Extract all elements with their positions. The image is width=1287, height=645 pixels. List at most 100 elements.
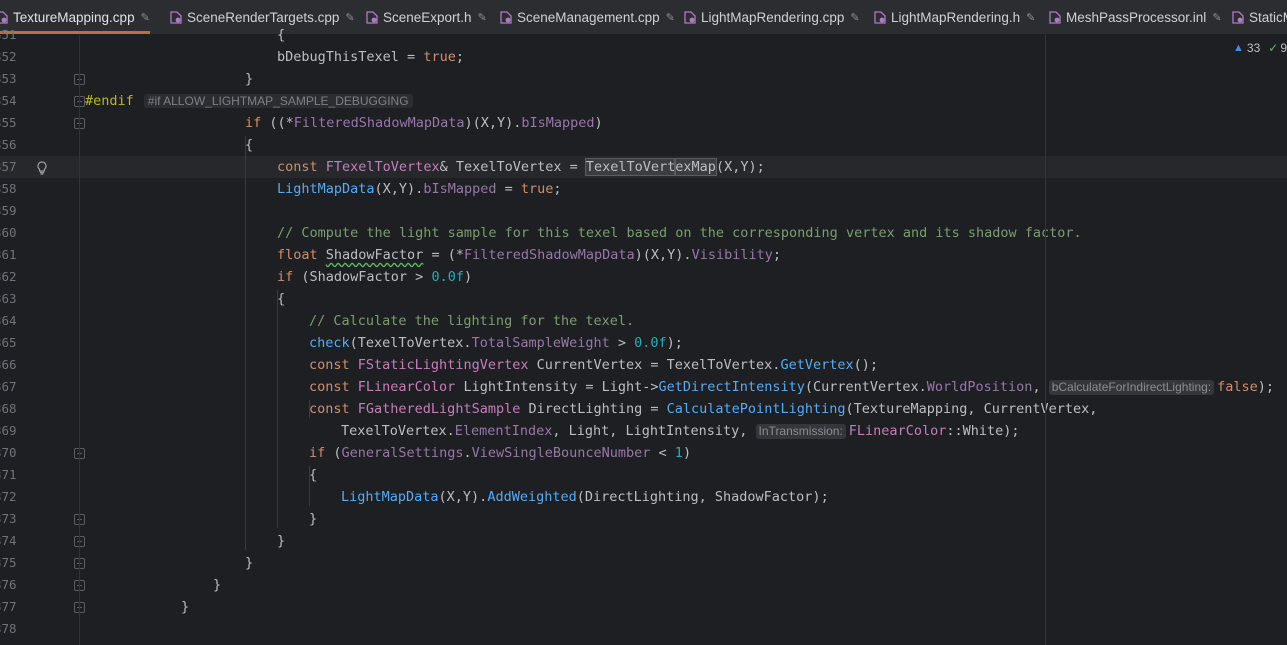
code-line[interactable]: 358 LightMapData(X,Y).bIsMapped = true; xyxy=(0,178,1287,200)
line-number[interactable]: 353 xyxy=(0,68,18,90)
code-line[interactable]: 369 TexelToVertex.ElementIndex, Light, Li… xyxy=(0,420,1287,442)
code-line[interactable]: 361 float ShadowFactor = (*FilteredShadow… xyxy=(0,244,1287,266)
line-number[interactable]: 357 xyxy=(0,156,18,178)
code-text[interactable]: const FTexelToVertex& TexelToVertex = Te… xyxy=(277,156,765,178)
pin-icon[interactable]: ✎ xyxy=(478,11,487,24)
code-line[interactable]: 351 { xyxy=(0,24,1287,46)
code-text[interactable]: LightMapData(X,Y).AddWeighted(DirectLigh… xyxy=(341,486,829,508)
pin-icon[interactable]: ✎ xyxy=(1026,11,1035,24)
code-text[interactable]: if (GeneralSettings.ViewSingleBounceNumb… xyxy=(309,442,691,464)
pin-icon[interactable]: ✎ xyxy=(850,11,859,24)
code-line[interactable]: 355 if ((*FilteredShadowMapData)(X,Y).bIs… xyxy=(0,112,1287,134)
code-line[interactable]: 366 const FStaticLightingVertex CurrentVe… xyxy=(0,354,1287,376)
code-text[interactable]: } xyxy=(309,508,317,530)
code-line[interactable]: 356 { xyxy=(0,134,1287,156)
pin-icon[interactable]: ✎ xyxy=(345,11,354,24)
code-line[interactable]: 375} xyxy=(0,552,1287,574)
code-text[interactable]: if (ShadowFactor > 0.0f) xyxy=(277,266,472,288)
code-text[interactable]: const FGatheredLightSample DirectLightin… xyxy=(309,398,1097,420)
line-number[interactable]: 377 xyxy=(0,596,18,618)
code-text[interactable]: { xyxy=(245,134,253,156)
code-text[interactable]: const FStaticLightingVertex CurrentVerte… xyxy=(309,354,878,376)
ok-count: 9 xyxy=(1280,41,1287,55)
line-number[interactable]: 368 xyxy=(0,398,18,420)
code-text[interactable]: } xyxy=(181,596,189,618)
line-number[interactable]: 359 xyxy=(0,200,18,222)
line-number[interactable]: 370 xyxy=(0,442,18,464)
line-number[interactable]: 369 xyxy=(0,420,18,442)
code-text[interactable]: { xyxy=(277,288,285,310)
line-number[interactable]: 378 xyxy=(0,618,18,640)
code-line[interactable]: 364 // Calculate the lighting for the tex… xyxy=(0,310,1287,332)
line-number[interactable]: 373 xyxy=(0,508,18,530)
code-editor[interactable]: 351{352bDebugThisTexel = true;353}354#en… xyxy=(0,27,1287,645)
code-line[interactable]: 376} xyxy=(0,574,1287,596)
code-line[interactable]: 352 bDebugThisTexel = true; xyxy=(0,46,1287,68)
line-number[interactable]: 355 xyxy=(0,112,18,134)
line-number[interactable]: 356 xyxy=(0,134,18,156)
line-number[interactable]: 365 xyxy=(0,332,18,354)
line-number[interactable]: 352 xyxy=(0,46,18,68)
code-text[interactable]: check(TexelToVertex.TotalSampleWeight > … xyxy=(309,332,683,354)
line-number[interactable]: 361 xyxy=(0,244,18,266)
code-line[interactable]: 373} xyxy=(0,508,1287,530)
line-number[interactable]: 371 xyxy=(0,464,18,486)
code-text[interactable]: } xyxy=(245,552,253,574)
code-text[interactable]: float ShadowFactor = (*FilteredShadowMap… xyxy=(277,244,781,266)
line-number[interactable]: 351 xyxy=(0,24,18,46)
code-text[interactable]: if ((*FilteredShadowMapData)(X,Y).bIsMap… xyxy=(245,112,603,134)
pin-icon[interactable]: ✎ xyxy=(1212,11,1221,24)
code-line[interactable]: 371 { xyxy=(0,464,1287,486)
code-text[interactable]: // Calculate the lighting for the texel. xyxy=(309,310,634,332)
code-line[interactable]: 374} xyxy=(0,530,1287,552)
code-text[interactable]: TexelToVertex.ElementIndex, Light, Light… xyxy=(341,420,1020,442)
code-line[interactable]: 353} xyxy=(0,68,1287,90)
code-text[interactable]: // Compute the light sample for this tex… xyxy=(277,222,1082,244)
line-number[interactable]: 364 xyxy=(0,310,18,332)
line-number[interactable]: 376 xyxy=(0,574,18,596)
line-number[interactable]: 372 xyxy=(0,486,18,508)
code-text[interactable]: } xyxy=(245,68,253,90)
line-number[interactable]: 363 xyxy=(0,288,18,310)
code-line[interactable]: 354 #endif #if ALLOW_LIGHTMAP_SAMPLE_DEBUG… xyxy=(0,90,1287,112)
code-line[interactable]: 363 { xyxy=(0,288,1287,310)
indent-guide xyxy=(309,466,310,506)
code-text[interactable]: #endif #if ALLOW_LIGHTMAP_SAMPLE_DEBUGGIN… xyxy=(85,90,413,112)
line-number[interactable]: 375 xyxy=(0,552,18,574)
pin-icon[interactable]: ✎ xyxy=(141,11,150,24)
code-text[interactable]: { xyxy=(277,24,285,46)
code-line[interactable]: 372 LightMapData(X,Y).AddWeighted(DirectL… xyxy=(0,486,1287,508)
code-line[interactable]: 360 // Compute the light sample for this … xyxy=(0,222,1287,244)
code-line[interactable]: 370 if (GeneralSettings.ViewSingleBounceN… xyxy=(0,442,1287,464)
code-line[interactable]: 359 xyxy=(0,200,1287,222)
code-text[interactable]: } xyxy=(213,574,221,596)
warning-count: 33 xyxy=(1246,41,1261,55)
warning-icon: ▲ xyxy=(1233,42,1244,54)
code-line[interactable]: 367 const FLinearColor LightIntensity = L… xyxy=(0,376,1287,398)
line-number[interactable]: 360 xyxy=(0,222,18,244)
code-text[interactable]: LightMapData(X,Y).bIsMapped = true; xyxy=(277,178,562,200)
inspection-widget[interactable]: ▲ 33 ✓ 9 xyxy=(1233,40,1287,56)
code-line[interactable]: 368 const FGatheredLightSample DirectLigh… xyxy=(0,398,1287,420)
code-text[interactable]: } xyxy=(277,530,285,552)
pin-icon[interactable]: ✎ xyxy=(666,11,675,24)
tab-label: MeshPassProcessor.inl xyxy=(1066,9,1207,25)
cpp-file-icon xyxy=(684,10,696,24)
line-number[interactable]: 366 xyxy=(0,354,18,376)
line-number[interactable]: 358 xyxy=(0,178,18,200)
code-line[interactable]: 362 if (ShadowFactor > 0.0f) xyxy=(0,266,1287,288)
code-text[interactable]: { xyxy=(309,464,317,486)
code-line[interactable]: 377} xyxy=(0,596,1287,618)
line-number[interactable]: 374 xyxy=(0,530,18,552)
line-number[interactable]: 367 xyxy=(0,376,18,398)
line-number[interactable]: 354 xyxy=(0,90,18,112)
code-line[interactable]: 378 xyxy=(0,618,1287,640)
code-text[interactable]: const FLinearColor LightIntensity = Ligh… xyxy=(309,376,1274,398)
code-text[interactable]: bDebugThisTexel = true; xyxy=(277,46,464,68)
line-number[interactable]: 362 xyxy=(0,266,18,288)
tab-label: SceneExport.h xyxy=(383,9,472,25)
code-line[interactable]: 357 const FTexelToVertex& TexelToVertex =… xyxy=(0,156,1287,178)
intention-bulb-icon[interactable] xyxy=(36,160,48,175)
tab-label: StaticM xyxy=(1249,9,1287,25)
code-line[interactable]: 365 check(TexelToVertex.TotalSampleWeight… xyxy=(0,332,1287,354)
